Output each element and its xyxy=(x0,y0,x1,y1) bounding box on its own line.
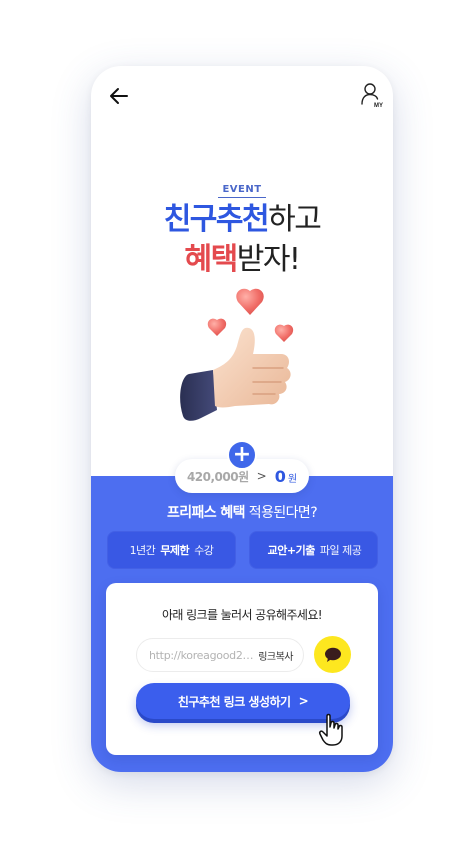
benefit-pre: 1년간 xyxy=(129,544,156,557)
new-price-unit: 원 xyxy=(287,473,298,485)
old-price: 420,000원 xyxy=(186,469,249,484)
share-card: 아래 링크를 눌러서 공유해주세요! http://koreagood22...… xyxy=(106,583,378,755)
arrow-right-icon: > xyxy=(256,469,267,483)
benefit-post: 수강 xyxy=(194,544,214,557)
generate-link-label: 친구추천 링크 생성하기 xyxy=(177,694,291,709)
heart-icon xyxy=(207,318,227,336)
my-page-button[interactable]: MY xyxy=(361,82,383,109)
link-field[interactable]: http://koreagood22... 링크복사 xyxy=(136,638,304,672)
chevron-right-icon: > xyxy=(298,694,309,708)
headline-highlight-1: 친구추천 xyxy=(163,202,270,237)
phone-frame: MY EVENT 친구추천하고 혜택받자! + 420,000원 > 0 원 프… xyxy=(91,66,393,772)
share-instruction: 아래 링크를 눌러서 공유해주세요! xyxy=(161,608,323,622)
event-tag: EVENT xyxy=(91,177,393,198)
kakaotalk-icon xyxy=(324,647,341,662)
headline-line2: 혜택받자! xyxy=(91,242,393,278)
heart-icon xyxy=(236,288,264,315)
benefit-bold: 교안+기출 xyxy=(267,544,316,557)
benefit-item-unlimited: 1년간 무제한 수강 xyxy=(107,531,236,569)
headline-rest-2: 받자! xyxy=(236,242,301,277)
thumbs-up-hearts-illustration xyxy=(180,288,294,421)
benefit-bold: 무제한 xyxy=(160,544,190,557)
new-price-value: 0 xyxy=(274,466,286,486)
plus-icon: + xyxy=(227,440,257,470)
benefit-post: 파일 제공 xyxy=(319,544,362,557)
headline-highlight-2: 혜택 xyxy=(184,242,239,277)
benefit-item-materials: 교안+기출 파일 제공 xyxy=(249,531,378,569)
event-label: EVENT xyxy=(218,184,266,198)
hand-cursor-icon xyxy=(319,713,343,746)
user-my-icon: MY xyxy=(361,83,383,109)
arrow-left-icon xyxy=(110,88,128,104)
headline-line1: 친구추천하고 xyxy=(91,202,393,238)
heart-icon xyxy=(274,324,294,342)
copy-link-button[interactable]: 링크복사 xyxy=(258,648,293,663)
kakao-share-button[interactable] xyxy=(314,636,351,673)
headline-rest-1: 하고 xyxy=(268,202,322,237)
benefit-title-rest: 적용된다면? xyxy=(248,505,318,521)
back-button[interactable] xyxy=(107,84,131,108)
link-url: http://koreagood22... xyxy=(149,648,255,662)
benefit-title-bold: 프리패스 혜택 xyxy=(166,505,246,521)
benefit-title: 프리패스 혜택 적용된다면? xyxy=(91,502,393,522)
my-label: MY xyxy=(374,103,383,108)
new-price: 0원 xyxy=(275,467,297,486)
